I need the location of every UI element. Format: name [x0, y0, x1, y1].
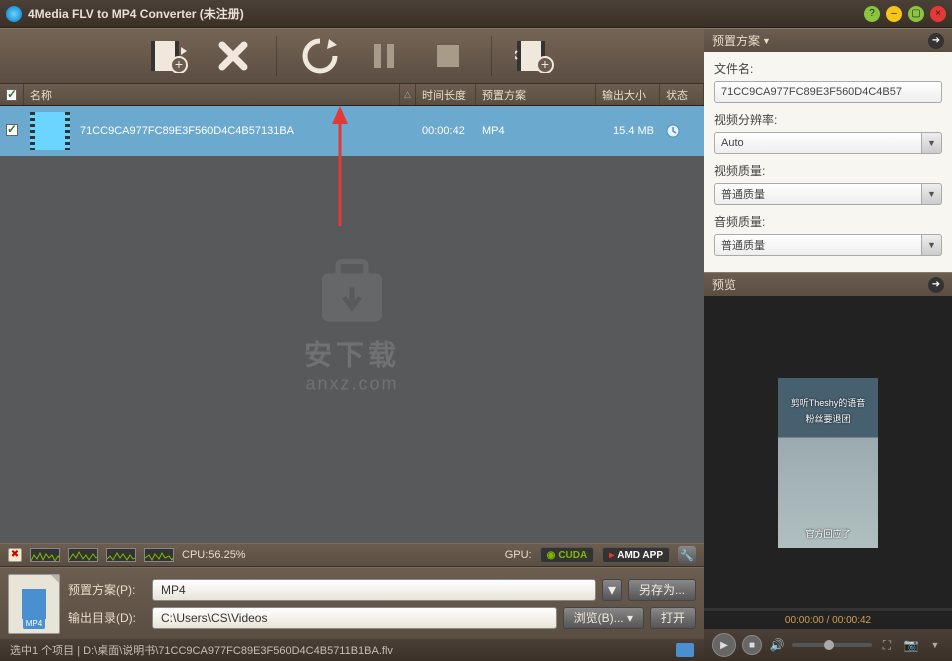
resolution-select[interactable]: Auto: [714, 132, 922, 154]
audio-quality-select[interactable]: 普通质量: [714, 234, 922, 256]
preview-progress[interactable]: [704, 608, 952, 611]
help-button[interactable]: ?: [864, 6, 880, 22]
cpu-graph: [30, 548, 60, 562]
output-dir-label: 输出目录(D):: [68, 609, 146, 626]
preset-panel-head: 预置方案 ▼ ➜: [704, 28, 952, 52]
amd-chip[interactable]: ▸AMD APP: [602, 547, 670, 563]
preview-thumbnail: 剪听Theshy的语音 粉丝要退团 官方回应了: [778, 378, 878, 548]
resolution-label: 视频分辨率:: [714, 111, 942, 128]
row-size: 15.4 MB: [596, 125, 660, 137]
stop-preview-button[interactable]: ■: [742, 635, 762, 655]
snapshot-dropdown-icon[interactable]: ▼: [926, 636, 944, 654]
file-list: 71CC9CA977FC89E3F560D4C4B57131BA 00:00:4…: [0, 106, 704, 543]
header-name[interactable]: 名称: [24, 84, 400, 105]
filename-input[interactable]: 71CC9CA977FC89E3F560D4C4B57: [714, 81, 942, 103]
header-status[interactable]: 状态: [660, 84, 704, 105]
cpu-graph: [144, 548, 174, 562]
audio-quality-label: 音频质量:: [714, 213, 942, 230]
titlebar: 4Media FLV to MP4 Converter (未注册) ? – ▢ …: [0, 0, 952, 28]
snapshot-icon[interactable]: 📷: [902, 636, 920, 654]
video-quality-select[interactable]: 普通质量: [714, 183, 922, 205]
preview-panel-head: 预览 ➜: [704, 272, 952, 296]
table-row[interactable]: 71CC9CA977FC89E3F560D4C4B57131BA 00:00:4…: [0, 106, 704, 156]
preview-head-label: 预览: [712, 276, 736, 293]
status-badge-icon[interactable]: [676, 643, 694, 657]
preview-time: 00:00:00 / 00:00:42: [704, 612, 952, 629]
collapse-icon[interactable]: ➜: [928, 277, 944, 293]
fullscreen-icon[interactable]: ⛶: [878, 636, 896, 654]
volume-icon[interactable]: 🔊: [768, 636, 786, 654]
maximize-button[interactable]: ▢: [908, 6, 924, 22]
row-thumbnail: [24, 112, 74, 150]
minimize-button[interactable]: –: [886, 6, 902, 22]
add-file-button[interactable]: +: [148, 35, 190, 77]
status-text: 选中1 个项目 | D:\桌面\说明书\71CC9CA977FC89E3F560…: [10, 642, 393, 658]
filename-label: 文件名:: [714, 60, 942, 77]
main-toolbar: + +: [0, 28, 704, 84]
header-duration[interactable]: 时间长度: [416, 84, 476, 105]
svg-text:+: +: [541, 56, 549, 72]
row-filename: 71CC9CA977FC89E3F560D4C4B57131BA: [74, 125, 416, 137]
output-format-icon[interactable]: MP4: [8, 574, 60, 634]
performance-bar: ✖ CPU:56.25% GPU: ◉CUDA ▸AMD APP 🔧: [0, 543, 704, 567]
video-quality-label: 视频质量:: [714, 162, 942, 179]
preset-head-label: 预置方案: [712, 32, 760, 49]
close-button[interactable]: ×: [930, 6, 946, 22]
header-sort-icon[interactable]: △: [400, 84, 416, 105]
header-size[interactable]: 输出大小: [596, 84, 660, 105]
watermark-cn: 安下载: [304, 333, 400, 373]
toolbar-divider: [276, 36, 277, 76]
gpu-label: GPU:: [505, 549, 532, 561]
row-duration: 00:00:42: [416, 125, 476, 137]
pause-button[interactable]: [363, 35, 405, 77]
app-icon: [6, 6, 22, 22]
statusbar: 选中1 个项目 | D:\桌面\说明书\71CC9CA977FC89E3F560…: [0, 639, 704, 661]
cpu-graph: [106, 548, 136, 562]
convert-button[interactable]: [299, 35, 341, 77]
audio-quality-dropdown-icon[interactable]: ▼: [922, 234, 942, 256]
settings-icon[interactable]: 🔧: [678, 546, 696, 564]
volume-slider[interactable]: [792, 643, 872, 647]
list-header: 名称 △ 时间长度 预置方案 输出大小 状态: [0, 84, 704, 106]
save-as-button[interactable]: 另存为...: [628, 579, 696, 601]
cpu-label: CPU:56.25%: [182, 549, 246, 561]
svg-text:+: +: [175, 56, 183, 72]
play-button[interactable]: ▶: [712, 633, 736, 657]
open-button[interactable]: 打开: [650, 607, 696, 629]
resolution-dropdown-icon[interactable]: ▼: [922, 132, 942, 154]
chevron-down-icon[interactable]: ▼: [762, 36, 771, 46]
header-check[interactable]: [0, 84, 24, 105]
properties-panel: 文件名: 71CC9CA977FC89E3F560D4C4B57 视频分辨率: …: [704, 52, 952, 272]
collapse-icon[interactable]: ➜: [928, 33, 944, 49]
output-dir-input[interactable]: C:\Users\CS\Videos: [152, 607, 557, 629]
stop-button[interactable]: [427, 35, 469, 77]
player-controls: ▶ ■ 🔊 ⛶ 📷 ▼: [704, 629, 952, 661]
preset-select[interactable]: MP4: [152, 579, 596, 601]
row-status: [660, 124, 704, 138]
window-title: 4Media FLV to MP4 Converter (未注册): [28, 5, 858, 22]
add-output-button[interactable]: +: [514, 35, 556, 77]
cpu-graph: [68, 548, 98, 562]
preset-label: 预置方案(P):: [68, 581, 146, 598]
preset-dropdown-icon[interactable]: ▾: [602, 579, 622, 601]
row-preset: MP4: [476, 125, 596, 137]
watermark: 安下载 anxz.com: [304, 255, 400, 394]
browse-button[interactable]: 浏览(B)... ▾: [563, 607, 644, 629]
row-check[interactable]: [0, 124, 24, 139]
watermark-en: anxz.com: [304, 373, 400, 394]
clear-perf-icon[interactable]: ✖: [8, 548, 22, 562]
video-quality-dropdown-icon[interactable]: ▼: [922, 183, 942, 205]
output-panel: MP4 预置方案(P): MP4 ▾ 另存为... 输出目录(D): C:\Us…: [0, 567, 704, 639]
cuda-chip[interactable]: ◉CUDA: [540, 547, 595, 563]
remove-button[interactable]: [212, 35, 254, 77]
preview-area: 剪听Theshy的语音 粉丝要退团 官方回应了 00:00:00 / 00:00…: [704, 296, 952, 629]
toolbar-divider: [491, 36, 492, 76]
header-preset[interactable]: 预置方案: [476, 84, 596, 105]
